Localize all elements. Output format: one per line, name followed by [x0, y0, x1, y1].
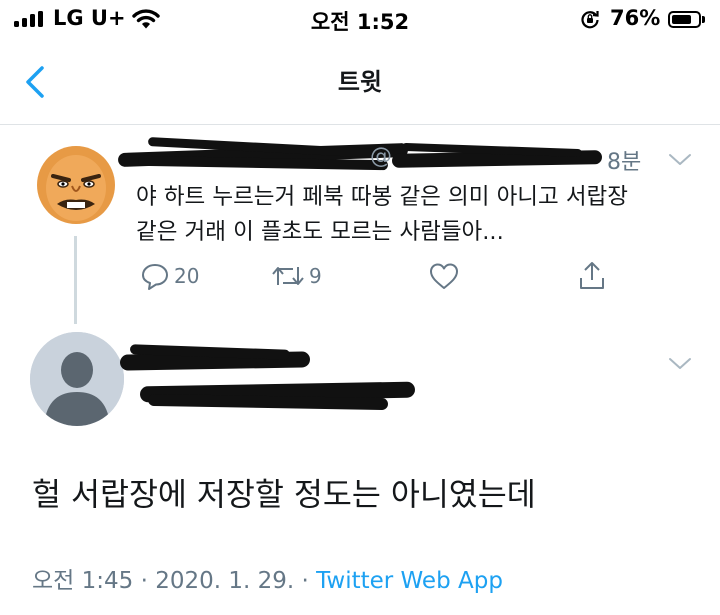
status-bar: LG U+ 오전 1:52 76%: [0, 0, 720, 40]
chevron-down-icon[interactable]: [667, 355, 693, 373]
page-title: 트윗: [337, 68, 383, 96]
user-handle: @: [370, 144, 392, 169]
tweet-actions: 20 9: [0, 256, 720, 296]
reply-count: 20: [174, 264, 200, 288]
redacted-user-handle: [139, 376, 420, 411]
tweet-text: 야 하트 누르는거 페북 따봉 같은 의미 아니고 서랍장 같은 거래 이 플초…: [136, 180, 696, 250]
rotation-lock-icon: [581, 11, 599, 29]
user-avatar[interactable]: [37, 146, 115, 224]
like-button[interactable]: [428, 256, 460, 296]
battery-icon: [668, 11, 701, 28]
retweet-icon: [272, 267, 304, 285]
tweet-time-ago: 8분: [607, 150, 642, 175]
reply-icon: [142, 264, 168, 290]
divider: [0, 124, 720, 125]
reply-button[interactable]: 20: [140, 256, 199, 296]
tweet-text-line: 같은 거래 이 플초도 모르는 사람들아...: [136, 219, 504, 245]
redacted-user-handle: [391, 140, 607, 174]
tweet-timestamp: 오전 1:45 · 2020. 1. 29. ·: [32, 568, 317, 594]
battery-tip: [702, 16, 705, 23]
retweet-count: 9: [309, 264, 322, 288]
main-tweet-text: 헐 서랍장에 저장할 정도는 아니였는데: [32, 477, 536, 513]
chevron-down-icon[interactable]: [667, 151, 693, 169]
tweet-meta: 오전 1:45 · 2020. 1. 29. · Twitter Web App: [32, 561, 503, 595]
share-button[interactable]: [577, 256, 607, 296]
like-icon: [430, 263, 458, 289]
tweet-source-link[interactable]: Twitter Web App: [316, 568, 503, 594]
share-icon: [580, 262, 604, 289]
avatar-placeholder-icon: [30, 332, 124, 426]
cartoon-avatar-icon: [37, 146, 115, 224]
tweet-text-line: 야 하트 누르는거 페북 따봉 같은 의미 아니고 서랍장: [136, 184, 628, 210]
redacted-user-name: [119, 343, 320, 377]
battery-percent: 76%: [610, 6, 661, 30]
user-avatar[interactable]: [30, 332, 124, 426]
retweet-button[interactable]: 9: [271, 256, 322, 296]
